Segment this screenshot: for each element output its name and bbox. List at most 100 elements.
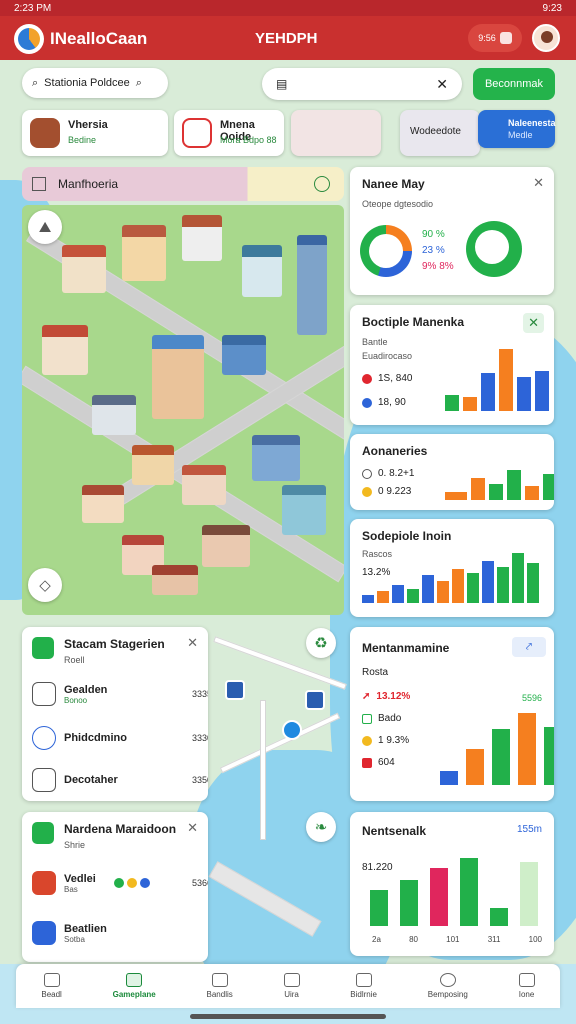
building	[182, 215, 222, 261]
close-icon[interactable]: ✕	[436, 76, 448, 93]
trend-icon[interactable]: ⤤	[512, 637, 546, 657]
list-item[interactable]: GealdenBonoo 3335	[32, 677, 208, 711]
card-boctiple[interactable]: Boctiple Manenka ✕ Bantle Euadirocaso 1S…	[350, 305, 554, 425]
bell-icon	[499, 32, 512, 44]
card-nardena[interactable]: Nardena Maraidoon ✕ Shrie VedleiBas 5366…	[22, 812, 208, 962]
list-item[interactable]: Phidcdmino 3330	[32, 721, 208, 755]
search-icon: ⌕	[32, 76, 39, 89]
bar	[407, 589, 419, 603]
legend-value: 0 9.223	[378, 486, 412, 497]
list-item[interactable]: Decotaher 3350	[32, 763, 208, 797]
nav-item-layers[interactable]: Bandlis	[207, 973, 233, 999]
nav-label: Bemposing	[427, 990, 468, 999]
card-subtitle: Euadirocaso	[362, 351, 413, 361]
legend-item: 0 9.223	[362, 486, 411, 497]
nav-item-list[interactable]: Uira	[283, 973, 300, 999]
building	[132, 445, 174, 485]
nav-item-map[interactable]: Gameplane	[113, 973, 156, 999]
chip-mnena[interactable]: Mnena Ooide Mora Bdpo 88	[174, 110, 284, 156]
bar	[525, 486, 539, 500]
list-item[interactable]: Beatlien Sotba	[32, 916, 208, 950]
nav-item-user[interactable]: Bemposing	[428, 973, 468, 999]
search-button[interactable]: Beconnmak	[473, 68, 555, 100]
tick-label: 2a	[372, 935, 381, 944]
chip-wodeedote[interactable]: Wodeedote	[400, 110, 480, 156]
card-nentsenalk[interactable]: Nentsenalk 155m 81.220 2a 80 101 311 100	[350, 812, 554, 956]
bar	[377, 591, 389, 603]
nav-label: Ione	[518, 990, 535, 999]
avatar[interactable]	[532, 24, 560, 52]
building	[182, 465, 226, 505]
legend-dot	[126, 878, 137, 888]
layer-bar[interactable]: Manfhoeria	[22, 167, 344, 201]
nav-item-edit[interactable]: Bidlrnie	[350, 973, 377, 999]
chip-sub: Medle	[508, 130, 533, 140]
close-icon[interactable]: ✕	[533, 175, 544, 191]
bar	[520, 862, 538, 926]
card-tag: 155m	[516, 824, 542, 835]
terrain-toggle[interactable]: ⛰	[28, 210, 62, 244]
card-subtitle: Oteope dgtesodio	[362, 199, 434, 209]
card-title: Stacam Stagerien	[64, 637, 165, 651]
tick-label: 311	[487, 935, 501, 944]
city-3d-view[interactable]	[22, 205, 344, 615]
search-icon: ⌕	[135, 76, 142, 89]
edit-icon	[355, 973, 372, 987]
card-title: Mentanmamine	[362, 641, 450, 655]
legend-item: 1S, 840	[362, 373, 412, 384]
nav-label: Gameplane	[112, 990, 156, 999]
close-icon[interactable]: ✕	[187, 820, 198, 836]
item-name: Vedlei	[64, 872, 96, 885]
list-item[interactable]: VedleiBas 5366	[32, 866, 208, 900]
home-indicator[interactable]	[190, 1014, 386, 1019]
status-right: 9:23	[542, 2, 562, 14]
building	[42, 325, 88, 375]
legend-item: 1 9.3%	[362, 735, 409, 746]
card-aonaneries[interactable]: Aonaneries 0. 8.2+1 0 9.223	[350, 434, 554, 510]
legend-dot	[139, 878, 150, 888]
map-pin-icon[interactable]	[225, 680, 245, 700]
bar	[430, 868, 448, 926]
grid-icon	[32, 871, 56, 895]
card-stacam[interactable]: Stacam Stagerien ✕ Roell Gealden Bonoo 33…	[22, 627, 208, 801]
close-icon[interactable]: ✕	[523, 313, 544, 333]
map-pin-icon[interactable]	[305, 690, 325, 710]
card-tag: 5596	[521, 693, 542, 703]
leaf-icon[interactable]: ❧	[306, 812, 336, 842]
card-subtitle: Rosta	[362, 667, 389, 678]
item-meta: Bonoo	[64, 695, 88, 705]
bar-chart	[362, 553, 539, 603]
compass-toggle[interactable]: ◇	[28, 568, 62, 602]
chip-naleenesta[interactable]: Naleenesta Medle	[478, 110, 556, 148]
notification-pill[interactable]: 9:56	[468, 24, 522, 52]
info-icon[interactable]	[314, 176, 330, 192]
nav-label: Uira	[284, 990, 299, 999]
layers-icon	[211, 973, 228, 987]
search-icon	[32, 726, 56, 750]
map-pin-icon[interactable]	[282, 720, 302, 740]
close-icon[interactable]: ✕	[187, 635, 198, 651]
nav-item-home[interactable]: Beadl	[41, 973, 62, 999]
chip-blank[interactable]	[291, 110, 381, 156]
card-nanee-may[interactable]: Nanee May ✕ Oteope dgtesodio 90 % 23 % 9…	[350, 167, 554, 295]
nav-item-menu[interactable]: Ione	[518, 973, 535, 999]
building	[202, 525, 250, 567]
legend-value: 1S, 840	[378, 373, 413, 384]
search-input[interactable]: ⌕ Stationia Poldcee ⌕	[22, 68, 168, 98]
chip-vhersia[interactable]: Vhersia Bedine	[22, 110, 168, 156]
bar	[490, 908, 508, 926]
app-logo[interactable]	[14, 24, 44, 54]
card-sodepiole[interactable]: Sodepiole Inoin Rascos 13.2%	[350, 519, 554, 617]
user-icon	[439, 973, 456, 987]
box-icon	[32, 768, 56, 792]
location-search-input[interactable]: ▤ ✕	[262, 68, 462, 100]
chip-title: Naleenesta	[508, 118, 556, 128]
status-time: 2:23 PM	[14, 2, 52, 14]
item-value: 5366	[191, 878, 208, 888]
card-mentanmamine[interactable]: Mentanmamine ⤤ Rosta ➚ 13.12% Bado 1 9.3%…	[350, 627, 554, 801]
legend-dot	[362, 397, 372, 408]
color-dots	[113, 878, 150, 888]
card-title: Nanee May	[362, 177, 425, 191]
chip-title: Vhersia	[68, 119, 108, 131]
recycle-icon[interactable]: ♻	[306, 628, 336, 658]
